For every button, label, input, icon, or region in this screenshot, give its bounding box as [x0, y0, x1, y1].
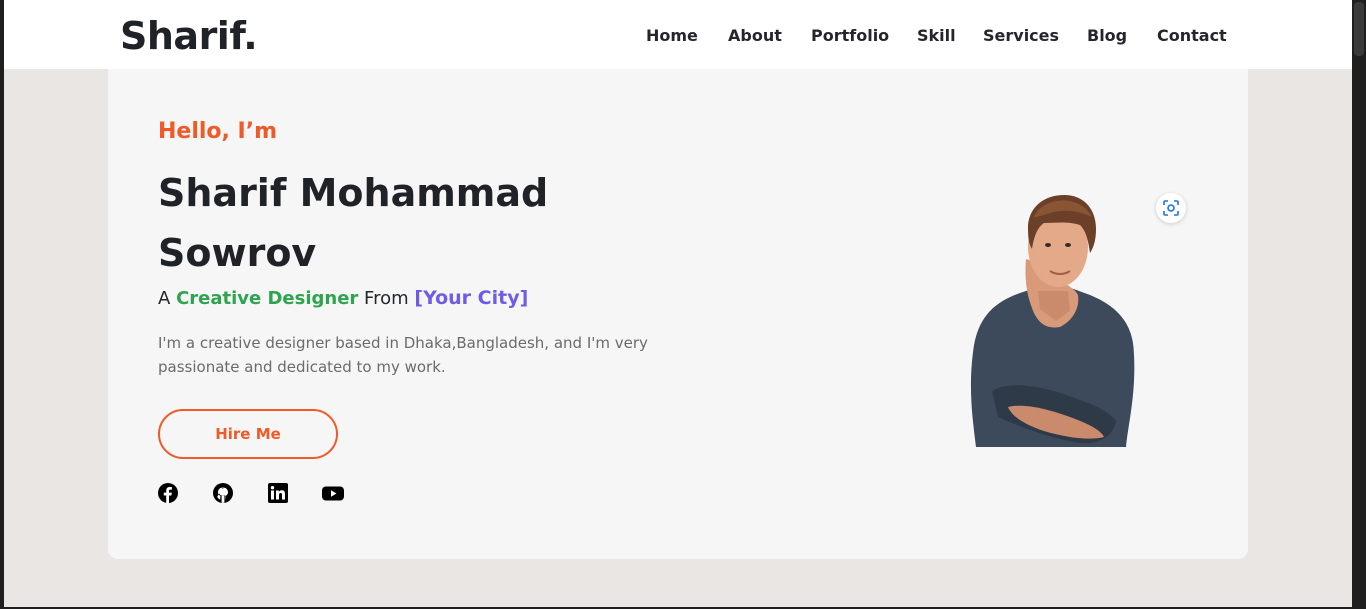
tagline-role: Creative Designer — [176, 288, 359, 309]
social-links — [158, 483, 358, 503]
navbar: Sharif. Home About Portfolio Skill Servi… — [4, 0, 1352, 69]
nav-portfolio[interactable]: Portfolio — [811, 26, 889, 45]
scrollbar-thumb[interactable] — [1354, 2, 1364, 56]
nav-about[interactable]: About — [728, 26, 782, 45]
facebook-icon[interactable] — [158, 483, 178, 503]
youtube-icon[interactable] — [322, 483, 344, 503]
profile-portrait — [968, 195, 1138, 447]
vertical-scrollbar[interactable] — [1352, 0, 1366, 609]
tagline-prefix: A — [158, 288, 171, 309]
nav-contact[interactable]: Contact — [1157, 26, 1227, 45]
hero-bio: I'm a creative designer based in Dhaka,B… — [158, 334, 648, 376]
visual-search-button[interactable] — [1156, 193, 1186, 223]
window-frame-left — [0, 0, 4, 609]
github-icon[interactable] — [213, 483, 233, 503]
linkedin-icon[interactable] — [268, 483, 288, 503]
hero-greeting: Hello, I’m — [158, 119, 278, 144]
nav-skill[interactable]: Skill — [917, 26, 956, 45]
lens-icon — [1163, 200, 1179, 216]
nav-services[interactable]: Services — [983, 26, 1059, 45]
tagline-middle: From — [364, 288, 409, 309]
hero-name: Sharif Mohammad Sowrov — [158, 171, 549, 275]
main-nav: Home About Portfolio Skill Services Blog… — [4, 26, 1352, 50]
nav-blog[interactable]: Blog — [1087, 26, 1127, 45]
hire-me-button[interactable]: Hire Me — [158, 409, 338, 459]
hero-tagline: A Creative Designer From [Your City] — [158, 287, 528, 309]
tagline-city: [Your City] — [414, 287, 529, 309]
nav-home[interactable]: Home — [646, 26, 698, 45]
hero-section: Hello, I’m Sharif Mohammad Sowrov A Crea… — [108, 69, 1248, 559]
